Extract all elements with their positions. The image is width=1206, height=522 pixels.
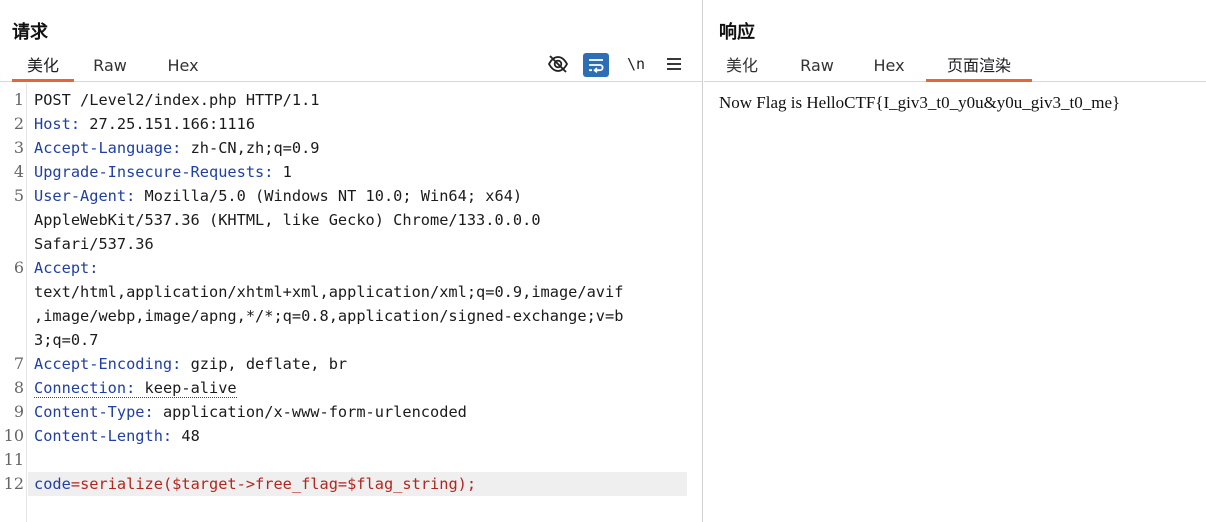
code-line[interactable]: 4 Upgrade-Insecure-Requests: 1 xyxy=(0,160,687,184)
line-number: 4 xyxy=(13,162,24,181)
line-number: 1 xyxy=(13,90,24,109)
code-text: Accept-Language: zh-CN,zh;q=0.9 xyxy=(34,136,320,160)
request-editor[interactable]: 1 POST /Level2/index.php HTTP/1.1 2 Host: 2… xyxy=(0,83,702,522)
header-value: gzip, deflate, br xyxy=(181,355,348,373)
response-tab-bar: 美化 Raw Hex 页面渲染 xyxy=(704,52,1206,82)
code-line[interactable]: 8 Connection: keep-alive xyxy=(0,376,687,400)
code-line[interactable]: 10 Content-Length: 48 xyxy=(0,424,687,448)
response-tab-raw[interactable]: Raw xyxy=(792,52,842,82)
header-name: User-Agent: xyxy=(34,187,136,205)
header-name: Accept-Encoding: xyxy=(34,355,182,373)
response-tab-hex[interactable]: Hex xyxy=(864,52,914,82)
response-pane: 响应 美化 Raw Hex 页面渲染 Now Flag is HelloCTF{… xyxy=(704,0,1206,522)
line-number: 12 xyxy=(3,474,24,493)
line-number: 8 xyxy=(13,378,24,397)
code-text: Content-Type: application/x-www-form-url… xyxy=(34,400,467,424)
header-value: 27.25.151.166:1116 xyxy=(80,115,256,133)
line-number: 6 xyxy=(13,258,24,277)
request-tab-hex[interactable]: Hex xyxy=(158,52,208,82)
code-text: Content-Length: 48 xyxy=(34,424,200,448)
word-wrap-icon[interactable] xyxy=(583,53,609,77)
request-title: 请求 xyxy=(12,22,48,43)
code-line[interactable]: 3;q=0.7 xyxy=(0,328,687,352)
body-param-name: code xyxy=(34,475,71,493)
newline-toggle-button[interactable]: \n xyxy=(622,52,650,76)
code-text: Accept: xyxy=(34,256,98,280)
code-line[interactable]: AppleWebKit/537.36 (KHTML, like Gecko) C… xyxy=(0,208,687,232)
code-text: Safari/537.36 xyxy=(34,235,154,253)
code-text: code=serialize($target->free_flag=$flag_… xyxy=(34,472,476,496)
line-number: 9 xyxy=(13,402,24,421)
line-number: 7 xyxy=(13,354,24,373)
header-name: Content-Length: xyxy=(34,427,173,445)
code-text: AppleWebKit/537.36 (KHTML, like Gecko) C… xyxy=(34,211,541,229)
rendered-response-body: Now Flag is HelloCTF{I_giv3_t0_y0u&y0u_g… xyxy=(719,93,1121,112)
header-name: Host: xyxy=(34,115,81,133)
request-tab-pretty[interactable]: 美化 xyxy=(12,52,74,82)
line-number: 5 xyxy=(13,186,24,205)
code-line[interactable]: 11 xyxy=(0,448,687,472)
header-name: Upgrade-Insecure-Requests: xyxy=(34,163,274,181)
code-line[interactable]: 6 Accept: xyxy=(0,256,687,280)
code-line[interactable]: ,image/webp,image/apng,*/*;q=0.8,applica… xyxy=(0,304,687,328)
line-number: 11 xyxy=(3,450,24,469)
header-value: zh-CN,zh;q=0.9 xyxy=(181,139,320,157)
header-name: Accept-Language: xyxy=(34,139,182,157)
code-line[interactable]: Safari/537.36 xyxy=(0,232,687,256)
code-line[interactable]: text/html,application/xhtml+xml,applicat… xyxy=(0,280,687,304)
code-line[interactable]: 1 POST /Level2/index.php HTTP/1.1 xyxy=(0,88,687,112)
code-line[interactable]: 3 Accept-Language: zh-CN,zh;q=0.9 xyxy=(0,136,687,160)
code-text: ,image/webp,image/apng,*/*;q=0.8,applica… xyxy=(34,307,624,325)
code-line[interactable]: 2 Host: 27.25.151.166:1116 xyxy=(0,112,687,136)
response-tab-pretty[interactable]: 美化 xyxy=(717,52,767,82)
response-tab-render[interactable]: 页面渲染 xyxy=(926,52,1032,82)
header-name: Accept: xyxy=(34,259,99,277)
code-text: POST /Level2/index.php HTTP/1.1 xyxy=(34,91,320,109)
line-number: 2 xyxy=(13,114,24,133)
header-name: Connection: xyxy=(34,379,136,397)
request-tab-bar: 美化 Raw Hex \n xyxy=(0,52,702,82)
body-param-value: serialize($target->free_flag=$flag_strin… xyxy=(80,475,477,493)
menu-icon[interactable] xyxy=(662,52,686,76)
code-text: Host: 27.25.151.166:1116 xyxy=(34,112,255,136)
request-pane: 请求 美化 Raw Hex \n 1 POST /Level2/index.ph… xyxy=(0,0,703,522)
header-value: application/x-www-form-urlencoded xyxy=(153,403,467,421)
code-text: Upgrade-Insecure-Requests: 1 xyxy=(34,160,292,184)
code-line[interactable]: 7 Accept-Encoding: gzip, deflate, br xyxy=(0,352,687,376)
request-tab-raw[interactable]: Raw xyxy=(84,52,136,82)
header-value: Mozilla/5.0 (Windows NT 10.0; Win64; x64… xyxy=(135,187,523,205)
header-value: keep-alive xyxy=(135,379,237,397)
line-number: 3 xyxy=(13,138,24,157)
code-line[interactable]: 12 code=serialize($target->free_flag=$fla… xyxy=(4,472,687,496)
eye-slash-icon[interactable] xyxy=(544,52,572,76)
header-value: 48 xyxy=(172,427,200,445)
header-name: Content-Type: xyxy=(34,403,154,421)
body-param-equals: = xyxy=(70,475,81,493)
code-text: 3;q=0.7 xyxy=(34,331,99,349)
header-value: 1 xyxy=(273,163,292,181)
response-title: 响应 xyxy=(719,22,755,43)
code-text: Accept-Encoding: gzip, deflate, br xyxy=(34,352,347,376)
code-text: text/html,application/xhtml+xml,applicat… xyxy=(34,283,624,301)
code-line[interactable]: 9 Content-Type: application/x-www-form-ur… xyxy=(0,400,687,424)
code-line[interactable]: 5 User-Agent: Mozilla/5.0 (Windows NT 10.… xyxy=(0,184,687,208)
code-text: Connection: keep-alive xyxy=(34,376,237,400)
code-text: User-Agent: Mozilla/5.0 (Windows NT 10.0… xyxy=(34,184,522,208)
line-number: 10 xyxy=(3,426,24,445)
